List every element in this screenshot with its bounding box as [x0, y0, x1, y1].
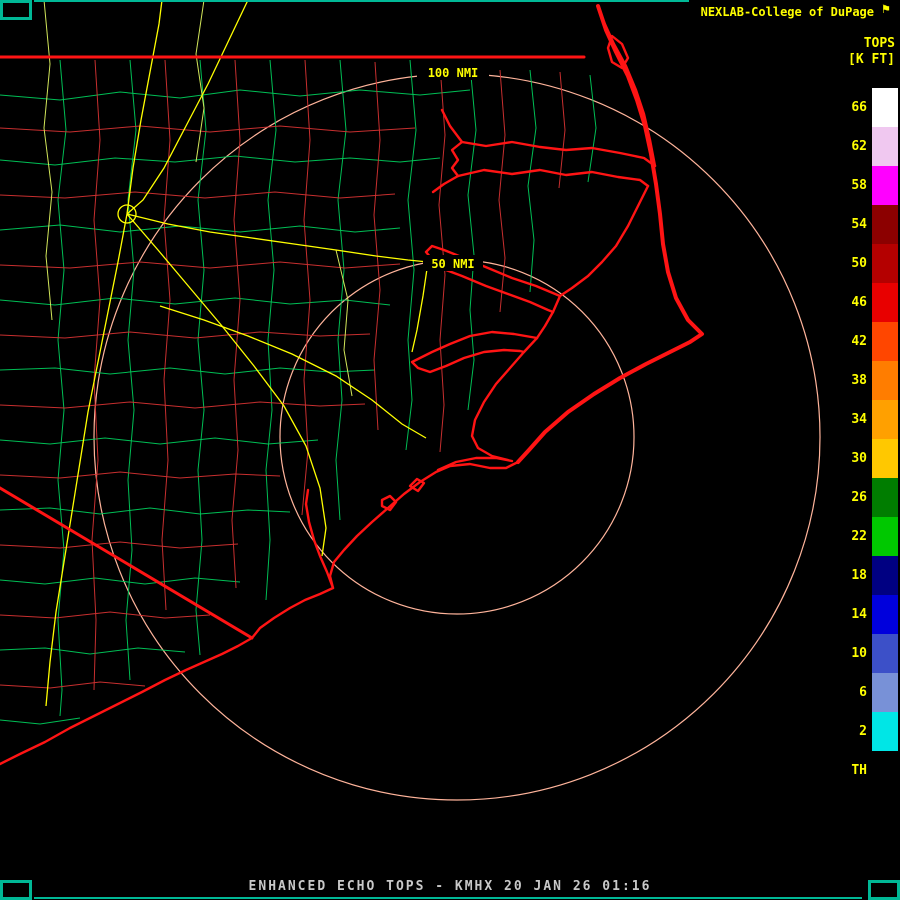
pamlico-neuse-between [537, 296, 560, 338]
colorbar-row: 2 [837, 712, 898, 751]
colorbar-tick-label: 46 [837, 295, 867, 310]
colorbar-swatch [872, 400, 898, 439]
colorbar-swatch [872, 712, 898, 751]
colorbar-swatch [872, 478, 898, 517]
colorbar-swatch [872, 595, 898, 634]
colorbar-swatch [872, 205, 898, 244]
colorbar-swatch [872, 517, 898, 556]
radar-map: 100 NMI 50 NMI [0, 0, 900, 900]
range-ring-100nmi [94, 74, 820, 800]
colorbar-tick-label: 26 [837, 490, 867, 505]
colorbar-swatch [872, 673, 898, 712]
colorbar-row: 62 [837, 127, 898, 166]
colorbar-row: 54 [837, 205, 898, 244]
colorbar-row: 22 [837, 517, 898, 556]
colorbar-swatch [872, 634, 898, 673]
colorbar-tick-label: 54 [837, 217, 867, 232]
colorbar-tick-label: 58 [837, 178, 867, 193]
colorbar-swatch [872, 127, 898, 166]
product-caption: ENHANCED ECHO TOPS - KMHX 20 JAN 26 01:1… [0, 879, 900, 894]
colorbar-tick-label: 18 [837, 568, 867, 583]
frame-corner-top-left [0, 0, 32, 20]
colorbar-row: 66 [837, 88, 898, 127]
colorbar-swatch [872, 556, 898, 595]
cod-flag-icon: ⚑ [878, 2, 894, 18]
frame-bottom-line [34, 897, 862, 899]
roanoke-river [433, 176, 458, 192]
colorbar-swatch [872, 361, 898, 400]
colorbar-row: 18 [837, 556, 898, 595]
colorbar-row: 10 [837, 634, 898, 673]
colorbar-swatch [872, 166, 898, 205]
frame-top-line [34, 0, 689, 2]
colorbar-swatch [872, 751, 898, 790]
colorbar-swatch [872, 322, 898, 361]
colorbar-tick-label: 2 [837, 724, 867, 739]
colorbar-tick-label: 50 [837, 256, 867, 271]
colorbar-tick-label: 22 [837, 529, 867, 544]
core-sound-shore [472, 338, 537, 460]
albemarle-south-shore [458, 170, 648, 186]
page-title: NEXLAB-College of DuPage [701, 5, 874, 19]
colorbar-row: 30 [837, 439, 898, 478]
colorbar-tick-label: 34 [837, 412, 867, 427]
colorbar-tick-label: 42 [837, 334, 867, 349]
coastline [0, 6, 702, 764]
colorbar-tick-label: 14 [837, 607, 867, 622]
colorbar-row: 26 [837, 478, 898, 517]
albemarle-north-shore [462, 142, 655, 166]
colorbar-row: 38 [837, 361, 898, 400]
albemarle-west-tip [452, 142, 462, 176]
colorbar-swatch [872, 88, 898, 127]
ring-label-50nmi: 50 NMI [431, 257, 474, 271]
colorbar-tick-label: 6 [837, 685, 867, 700]
range-ring-50nmi [280, 260, 634, 614]
cape-fear-river [306, 490, 333, 588]
colorbar-row: 34 [837, 400, 898, 439]
colorbar-row: 58 [837, 166, 898, 205]
neuse-river [412, 332, 537, 372]
colorbar-swatch [872, 283, 898, 322]
ring-label-100nmi: 100 NMI [428, 66, 479, 80]
range-rings [94, 74, 820, 800]
outer-banks [518, 6, 702, 462]
colorbar-row: 6 [837, 673, 898, 712]
colorbar-row: 50 [837, 244, 898, 283]
colorbar-row: 46 [837, 283, 898, 322]
colorbar-swatch [872, 439, 898, 478]
radar-display: 100 NMI 50 NMI NEXLAB-College of DuPage … [0, 0, 900, 900]
colorbar-units-text: [K FT] [848, 52, 895, 68]
colorbar-tick-label: 10 [837, 646, 867, 661]
colorbar-row: 42 [837, 322, 898, 361]
colorbar-title-text: TOPS [848, 36, 895, 52]
colorbar-tick-label: 62 [837, 139, 867, 154]
colorbar-tick-label: 30 [837, 451, 867, 466]
county-lines-red [0, 60, 565, 690]
colorbar-tick-label: 38 [837, 373, 867, 388]
colorbar-tick-label: 66 [837, 100, 867, 115]
colorbar-row: TH [837, 751, 898, 790]
colorbar-swatch [872, 244, 898, 283]
county-lines-green [0, 60, 596, 724]
colorbar: 66625854504642383430262218141062TH [837, 88, 898, 790]
pamlico-sound-mainland-shore [560, 186, 648, 296]
colorbar-title: TOPS [K FT] [848, 36, 895, 68]
colorbar-tick-label: TH [837, 763, 867, 778]
colorbar-row: 14 [837, 595, 898, 634]
